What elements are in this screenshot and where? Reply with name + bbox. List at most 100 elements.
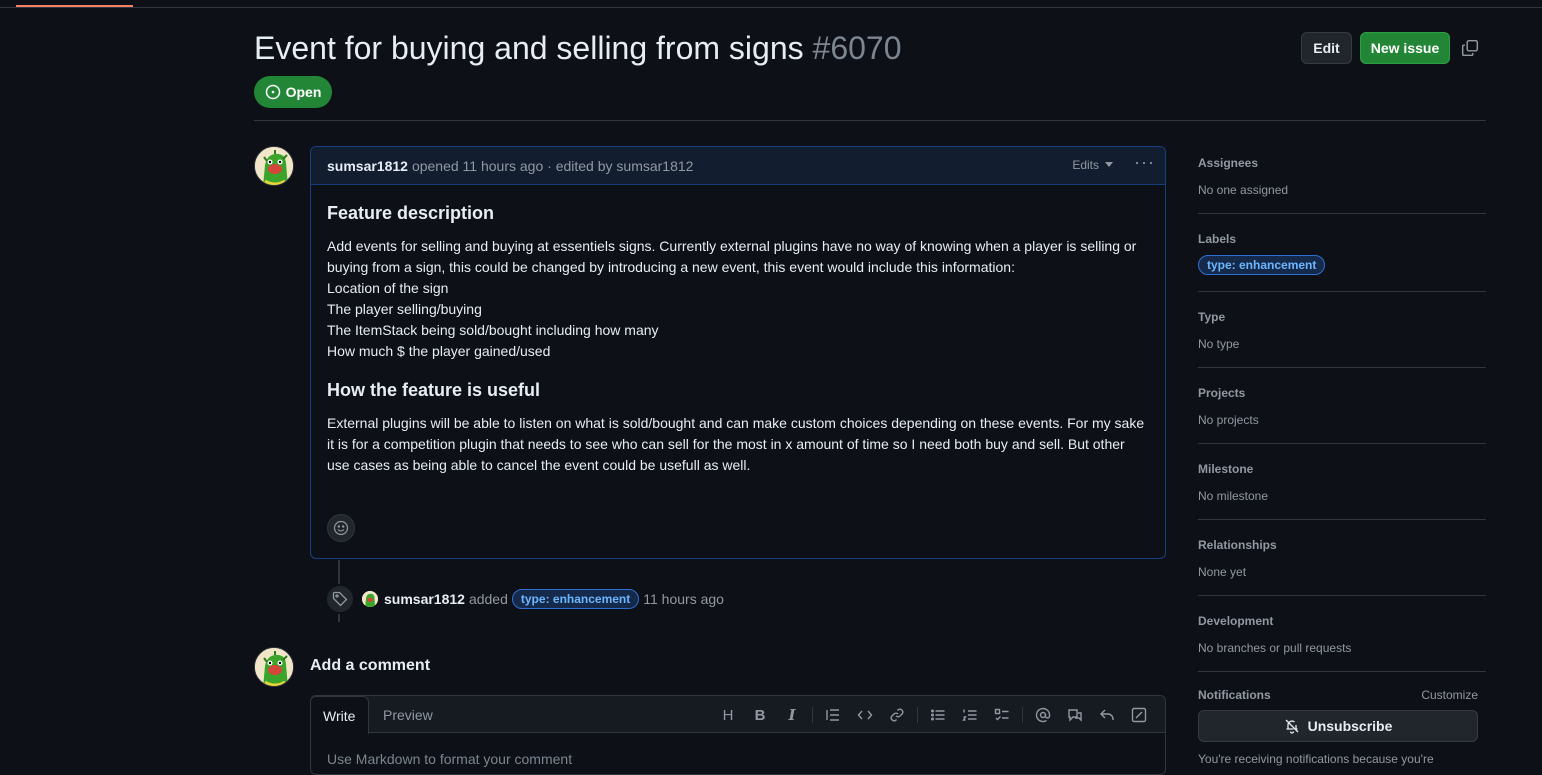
fullscreen-icon[interactable] xyxy=(1123,704,1155,726)
edits-dropdown[interactable]: Edits xyxy=(1072,158,1113,172)
sidebar-value: No projects xyxy=(1198,413,1259,427)
body-line: The player selling/buying xyxy=(327,301,482,317)
edit-button[interactable]: Edit xyxy=(1301,32,1352,64)
comment-meta: opened 11 hours ago · edited by sumsar18… xyxy=(411,157,694,174)
sidebar-value: No type xyxy=(1198,337,1240,351)
comment-heading-1: Feature description xyxy=(327,203,495,223)
avatar[interactable] xyxy=(362,591,378,607)
unordered-list-icon[interactable] xyxy=(922,704,954,726)
top-nav-bar xyxy=(0,0,1542,8)
sidebar-assignees[interactable]: Assignees No one assigned xyxy=(1198,156,1486,197)
comment-input[interactable]: Use Markdown to format your comment xyxy=(311,733,1165,774)
tab-preview[interactable]: Preview xyxy=(371,696,445,733)
avatar[interactable] xyxy=(254,146,294,186)
caret-down-icon xyxy=(1105,162,1113,167)
unsubscribe-button[interactable]: Unsubscribe xyxy=(1198,710,1478,742)
label-badge[interactable]: type: enhancement xyxy=(511,589,640,609)
body-line: it is for a competition plugin that need… xyxy=(327,436,1125,452)
sidebar-divider xyxy=(1198,443,1486,444)
sidebar-type[interactable]: Type No type xyxy=(1198,310,1486,351)
link-icon[interactable] xyxy=(881,704,913,726)
unsubscribe-label: Unsubscribe xyxy=(1307,718,1393,734)
sidebar-projects[interactable]: Projects No projects xyxy=(1198,386,1486,427)
sidebar-divider xyxy=(1198,213,1486,214)
comment-editor: Write Preview H B I Use Markdown to form… xyxy=(310,695,1166,775)
quote-icon[interactable] xyxy=(817,704,849,726)
code-icon[interactable] xyxy=(849,704,881,726)
issue-body-comment: sumsar1812 opened 11 hours ago · edited … xyxy=(310,146,1166,559)
sidebar-divider xyxy=(1198,671,1486,672)
sidebar-heading: Relationships xyxy=(1198,538,1277,552)
sidebar-divider xyxy=(1198,367,1486,368)
editor-tabs: Write Preview H B I xyxy=(311,696,1165,734)
sidebar-value: No milestone xyxy=(1198,489,1269,503)
header-divider xyxy=(254,120,1486,121)
add-comment-title: Add a comment xyxy=(310,657,431,674)
task-list-icon[interactable] xyxy=(986,704,1018,726)
reply-icon[interactable] xyxy=(1091,704,1123,726)
sidebar-heading: Milestone xyxy=(1198,462,1254,476)
body-line: Location of the sign xyxy=(327,280,449,296)
tab-write[interactable]: Write xyxy=(311,696,369,734)
sidebar-value: None yet xyxy=(1198,565,1247,579)
event-action: added xyxy=(468,591,508,607)
sidebar-heading: Assignees xyxy=(1198,156,1259,170)
sidebar-heading: Labels xyxy=(1198,232,1237,246)
body-line: use cases as being able to cancel the ev… xyxy=(327,457,751,473)
issue-number: #6070 xyxy=(812,30,902,66)
sidebar-relationships[interactable]: Relationships None yet xyxy=(1198,538,1486,579)
customize-link[interactable]: Customize xyxy=(1421,688,1478,702)
bold-icon[interactable]: B xyxy=(744,704,776,726)
sidebar-labels[interactable]: Labels type: enhancement xyxy=(1198,232,1486,275)
issue-title: Event for buying and selling from signs … xyxy=(254,30,902,67)
sidebar-heading: Projects xyxy=(1198,386,1246,400)
comment-header: sumsar1812 opened 11 hours ago · edited … xyxy=(311,147,1165,185)
issue-state-label: Open xyxy=(285,84,322,100)
active-tab-indicator xyxy=(16,5,133,7)
markdown-toolbar: H B I xyxy=(712,704,1155,726)
italic-icon[interactable]: I xyxy=(776,704,808,726)
edits-label: Edits xyxy=(1072,158,1099,172)
tag-icon xyxy=(325,584,355,614)
sidebar-value: No one assigned xyxy=(1198,183,1289,197)
notification-reason: You're receiving notifications because y… xyxy=(1198,752,1434,766)
issue-open-icon xyxy=(265,84,280,100)
add-reaction-button[interactable] xyxy=(327,514,355,542)
event-time[interactable]: 11 hours ago xyxy=(643,591,724,607)
avatar[interactable] xyxy=(254,647,294,687)
sidebar-milestone[interactable]: Milestone No milestone xyxy=(1198,462,1486,503)
new-issue-button[interactable]: New issue xyxy=(1360,32,1450,64)
body-line: buying from a sign, this could be change… xyxy=(327,259,1015,275)
kebab-menu-icon[interactable]: ··· xyxy=(1134,153,1155,171)
label-added-event: sumsar1812 added type: enhancement 11 ho… xyxy=(362,588,724,610)
heading-icon[interactable]: H xyxy=(712,704,744,726)
sidebar-value: No branches or pull requests xyxy=(1198,641,1352,655)
body-line: How much $ the player gained/used xyxy=(327,343,551,359)
ordered-list-icon[interactable] xyxy=(954,704,986,726)
sidebar-divider xyxy=(1198,519,1486,520)
comment-author[interactable]: sumsar1812 xyxy=(327,158,408,174)
copy-icon[interactable] xyxy=(1461,39,1479,57)
sidebar-divider xyxy=(1198,291,1486,292)
sidebar-heading: Type xyxy=(1198,310,1226,324)
issue-title-text: Event for buying and selling from signs xyxy=(254,30,804,66)
sidebar-notifications: Notifications Customize xyxy=(1198,688,1486,702)
sidebar-development[interactable]: Development No branches or pull requests xyxy=(1198,614,1486,655)
body-line: External plugins will be able to listen … xyxy=(327,415,1145,431)
smiley-icon xyxy=(333,520,349,536)
body-line: The ItemStack being sold/bought includin… xyxy=(327,322,659,338)
sidebar-heading: Development xyxy=(1198,614,1274,628)
avatar-image xyxy=(255,147,293,185)
comment-paragraph-2: External plugins will be able to listen … xyxy=(327,413,1149,476)
comment-paragraph-1: Add events for selling and buying at ess… xyxy=(327,236,1149,362)
mention-icon[interactable] xyxy=(1027,704,1059,726)
reference-icon[interactable] xyxy=(1059,704,1091,726)
body-line: Add events for selling and buying at ess… xyxy=(327,238,1137,254)
comment-heading-2: How the feature is useful xyxy=(327,380,541,400)
comment-body: Feature description Add events for selli… xyxy=(311,185,1165,492)
sidebar-divider xyxy=(1198,595,1486,596)
issue-state-badge: Open xyxy=(254,76,332,108)
label-badge[interactable]: type: enhancement xyxy=(1198,255,1326,275)
bell-slash-icon xyxy=(1285,719,1299,734)
event-author[interactable]: sumsar1812 xyxy=(384,591,465,607)
